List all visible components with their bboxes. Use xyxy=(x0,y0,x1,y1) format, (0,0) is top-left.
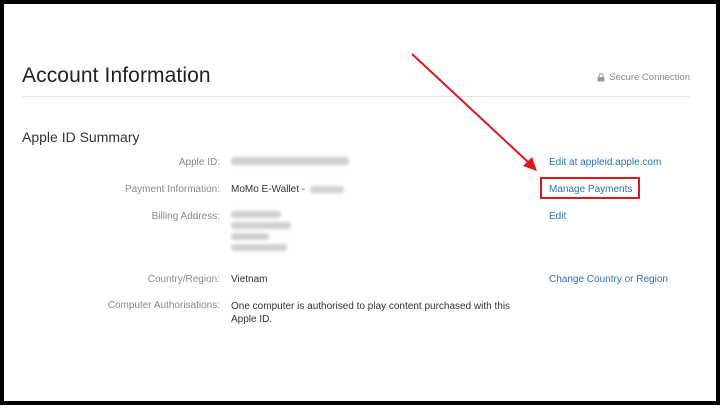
annotation-arrow xyxy=(411,53,537,171)
screenshot-frame: Account Information Secure Connection Ap… xyxy=(0,0,720,405)
